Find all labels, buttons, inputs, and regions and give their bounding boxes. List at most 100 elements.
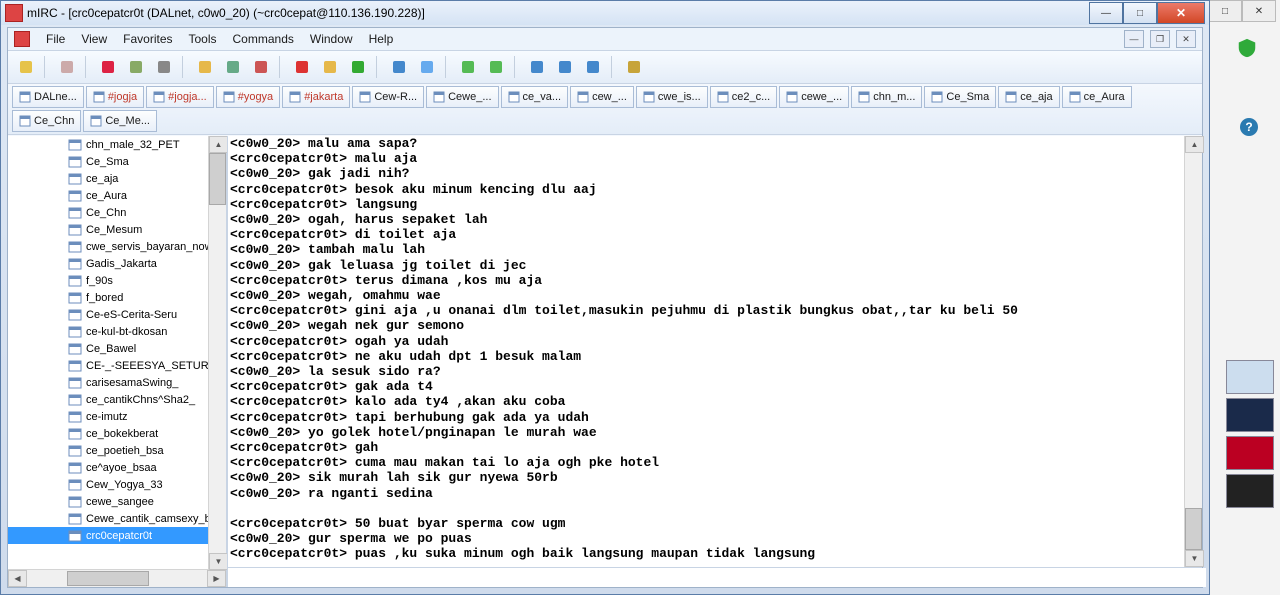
- switchbar-tab[interactable]: ce2_c...: [710, 86, 778, 108]
- mdi-system-icon[interactable]: [14, 31, 30, 47]
- bg-maximize-button[interactable]: □: [1208, 0, 1242, 22]
- menu-help[interactable]: Help: [361, 30, 402, 48]
- new-window-icon[interactable]: [456, 55, 480, 79]
- treebar-item[interactable]: carisesamaSwing_: [8, 374, 226, 391]
- treebar-item[interactable]: ce^ayoe_bsaa: [8, 459, 226, 476]
- menu-commands[interactable]: Commands: [225, 30, 302, 48]
- scroll-thumb[interactable]: [209, 153, 226, 205]
- mdi-close-button[interactable]: ✕: [1176, 30, 1196, 48]
- tab-label: #yogya: [238, 91, 273, 103]
- treebar-item[interactable]: Ce_Mesum: [8, 221, 226, 238]
- treebar-item[interactable]: f_bored: [8, 289, 226, 306]
- switchbar-tab[interactable]: ce_Aura: [1062, 86, 1132, 108]
- cascade-icon[interactable]: [581, 55, 605, 79]
- close-button[interactable]: ✕: [1157, 2, 1205, 24]
- mdi-restore-button[interactable]: ❐: [1150, 30, 1170, 48]
- scroll-right-button[interactable]: ▶: [207, 570, 226, 587]
- menu-favorites[interactable]: Favorites: [115, 30, 180, 48]
- flag-red-icon[interactable]: [290, 55, 314, 79]
- bg-close-button[interactable]: ✕: [1242, 0, 1276, 22]
- help-badge-icon[interactable]: ?: [1240, 118, 1258, 136]
- treebar-item[interactable]: cewe_sangee: [8, 493, 226, 510]
- tile-vert-icon[interactable]: [553, 55, 577, 79]
- switchbar-tab[interactable]: cwe_is...: [636, 86, 708, 108]
- menu-tools[interactable]: Tools: [181, 30, 225, 48]
- chat-scroll-up-button[interactable]: ▲: [1185, 136, 1204, 153]
- scroll-left-button[interactable]: ◀: [8, 570, 27, 587]
- options-gear-icon[interactable]: [152, 55, 176, 79]
- chat-vscrollbar[interactable]: ▲ ▼: [1184, 136, 1202, 567]
- treebar-item[interactable]: ce-kul-bt-dkosan: [8, 323, 226, 340]
- treebar-item[interactable]: CE-_-SEEESYA_SETURRAN: [8, 357, 226, 374]
- treebar-item[interactable]: Ce_Sma: [8, 153, 226, 170]
- treebar-item[interactable]: chn_male_32_PET: [8, 136, 226, 153]
- switchbar-tab[interactable]: #jogja...: [146, 86, 214, 108]
- chat-scroll-thumb[interactable]: [1185, 508, 1202, 550]
- about-icon[interactable]: [622, 55, 646, 79]
- adguard-shield-icon[interactable]: [1236, 36, 1258, 60]
- titlebar[interactable]: mIRC - [crc0cepatcr0t (DALnet, c0w0_20) …: [1, 1, 1209, 25]
- list-icon[interactable]: [387, 55, 411, 79]
- treebar-item[interactable]: f_90s: [8, 272, 226, 289]
- favorites-heart-icon[interactable]: [96, 55, 120, 79]
- scroll-up-button[interactable]: ▲: [209, 136, 228, 153]
- maximize-button[interactable]: □: [1123, 2, 1157, 24]
- minimize-button[interactable]: —: [1089, 2, 1123, 24]
- switchbar-tab[interactable]: cew_...: [570, 86, 634, 108]
- menu-file[interactable]: File: [38, 30, 73, 48]
- switchbar-tab[interactable]: #jakarta: [282, 86, 350, 108]
- treebar-list[interactable]: chn_male_32_PETCe_Smace_ajace_AuraCe_Chn…: [8, 136, 226, 569]
- flag-yellow-icon[interactable]: [318, 55, 342, 79]
- channels-icon[interactable]: [415, 55, 439, 79]
- switchbar-tab[interactable]: ce_va...: [501, 86, 569, 108]
- mdi-minimize-button[interactable]: —: [1124, 30, 1144, 48]
- switchbar-tab[interactable]: #jogja: [86, 86, 144, 108]
- treebar-item[interactable]: ce_cantikChns^Sha2_: [8, 391, 226, 408]
- switchbar-tab[interactable]: Ce_Sma: [924, 86, 996, 108]
- switchbar-tab[interactable]: Cew-R...: [352, 86, 424, 108]
- switchbar-tab[interactable]: cewe_...: [779, 86, 849, 108]
- flag-green-icon[interactable]: [346, 55, 370, 79]
- treebar-item[interactable]: Ce_Bawel: [8, 340, 226, 357]
- address-book-icon[interactable]: [55, 55, 79, 79]
- transfers-icon[interactable]: [221, 55, 245, 79]
- switchbar-tab[interactable]: ce_aja: [998, 86, 1059, 108]
- treebar-item[interactable]: ce_poetieh_bsa: [8, 442, 226, 459]
- tab-label: Cew-R...: [374, 91, 417, 103]
- chat-log[interactable]: <c0w0_20> malu ama sapa? <crc0cepatcr0t>…: [228, 136, 1202, 567]
- hscroll-thumb[interactable]: [67, 571, 149, 586]
- menu-window[interactable]: Window: [302, 30, 361, 48]
- tile-horiz-icon[interactable]: [525, 55, 549, 79]
- treebar-item[interactable]: Cew_Yogya_33: [8, 476, 226, 493]
- new-query-icon[interactable]: [484, 55, 508, 79]
- switchbar-tab[interactable]: Cewe_...: [426, 86, 498, 108]
- treebar-item[interactable]: ce_bokekberat: [8, 425, 226, 442]
- chat-input[interactable]: [228, 568, 1206, 587]
- treebar-item[interactable]: Cewe_cantik_camsexy_bayaran: [8, 510, 226, 527]
- treebar-hscrollbar[interactable]: ◀ ▶: [8, 569, 226, 587]
- chat-scroll-down-button[interactable]: ▼: [1185, 550, 1204, 567]
- switchbar-tab[interactable]: DALne...: [12, 86, 84, 108]
- folder-icon[interactable]: [193, 55, 217, 79]
- switchbar-tab[interactable]: chn_m...: [851, 86, 922, 108]
- treebar-item[interactable]: crc0cepatcr0t: [8, 527, 226, 544]
- treebar-item[interactable]: ce_aja: [8, 170, 226, 187]
- menu-view[interactable]: View: [73, 30, 115, 48]
- scripts-icon[interactable]: [124, 55, 148, 79]
- treebar-item[interactable]: ce-imutz: [8, 408, 226, 425]
- switchbar-tab[interactable]: Ce_Chn: [12, 110, 81, 132]
- tab-label: cewe_...: [801, 91, 842, 103]
- switchbar-tab[interactable]: Ce_Me...: [83, 110, 157, 132]
- treebar-item[interactable]: cwe_servis_bayaran_now: [8, 238, 226, 255]
- colors-icon[interactable]: [249, 55, 273, 79]
- treebar-item[interactable]: ce_Aura: [8, 187, 226, 204]
- treebar-item[interactable]: Gadis_Jakarta: [8, 255, 226, 272]
- treebar-vscrollbar[interactable]: ▲ ▼: [208, 136, 226, 570]
- toolbar-separator: [445, 56, 450, 78]
- connect-icon[interactable]: [14, 55, 38, 79]
- scroll-down-button[interactable]: ▼: [209, 553, 228, 570]
- switchbar-tab[interactable]: #yogya: [216, 86, 280, 108]
- toolbar-separator: [514, 56, 519, 78]
- treebar-item[interactable]: Ce-eS-Cerita-Seru: [8, 306, 226, 323]
- treebar-item[interactable]: Ce_Chn: [8, 204, 226, 221]
